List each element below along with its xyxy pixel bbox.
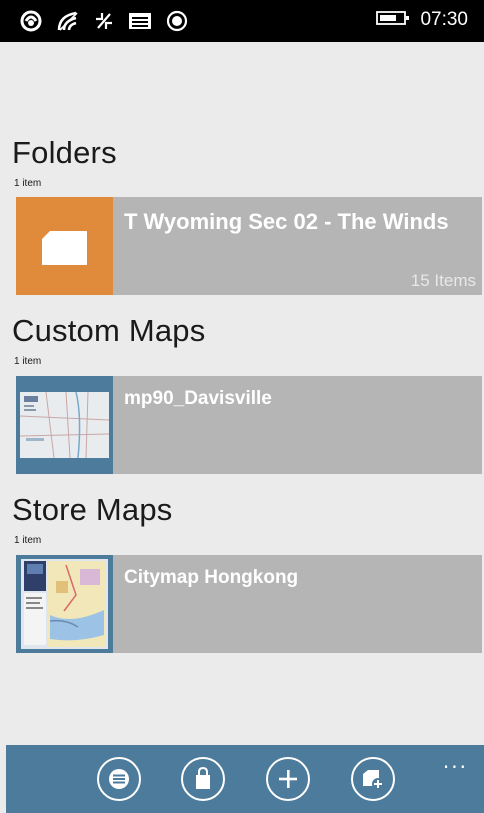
app-bar: ... (6, 745, 484, 813)
map-preview-icon (19, 391, 110, 459)
list-icon (109, 769, 129, 789)
section-title-custom-maps: Custom Maps (12, 313, 206, 348)
add-button[interactable] (266, 757, 310, 801)
store-button[interactable] (181, 757, 225, 801)
section-count-custom-maps: 1 item (14, 356, 42, 367)
nfc-icon (20, 10, 42, 32)
store-bag-icon (196, 767, 210, 789)
custom-map-tile[interactable]: mp90_Davisville (16, 376, 482, 474)
store-map-name: Citymap Hongkong (124, 567, 299, 588)
custom-map-name: mp90_Davisville (124, 388, 272, 409)
store-map-tile[interactable]: Citymap Hongkong (16, 555, 482, 653)
folder-icon (42, 231, 87, 265)
section-count-store-maps: 1 item (14, 535, 42, 546)
data-transfer-icon (94, 10, 114, 32)
location-icon (166, 10, 188, 32)
battery-icon (376, 10, 410, 30)
list-button[interactable] (97, 757, 141, 801)
map-preview-icon (21, 559, 108, 649)
app-screen: 07:30 Folders 1 item T Wyoming Sec 02 - … (0, 0, 484, 813)
status-icons (20, 10, 188, 32)
status-time: 07:30 (420, 9, 468, 30)
add-folder-icon (363, 770, 384, 790)
folder-item-count: 15 Items (410, 271, 476, 290)
custom-map-thumbnail (16, 376, 113, 474)
wifi-icon (56, 10, 80, 32)
section-title-folders: Folders (12, 135, 117, 170)
status-right: 07:30 (376, 9, 468, 31)
folder-name: T Wyoming Sec 02 - The Winds (124, 209, 449, 234)
message-icon (128, 11, 152, 31)
store-map-thumbnail (16, 555, 113, 653)
section-title-store-maps: Store Maps (12, 492, 173, 527)
add-icon (279, 770, 297, 788)
more-options-button[interactable]: ... (443, 749, 468, 773)
folder-thumbnail (16, 197, 113, 295)
folder-tile[interactable]: T Wyoming Sec 02 - The Winds 15 Items (16, 197, 482, 295)
add-folder-button[interactable] (351, 757, 395, 801)
status-bar: 07:30 (0, 0, 484, 42)
section-count-folders: 1 item (14, 178, 42, 189)
